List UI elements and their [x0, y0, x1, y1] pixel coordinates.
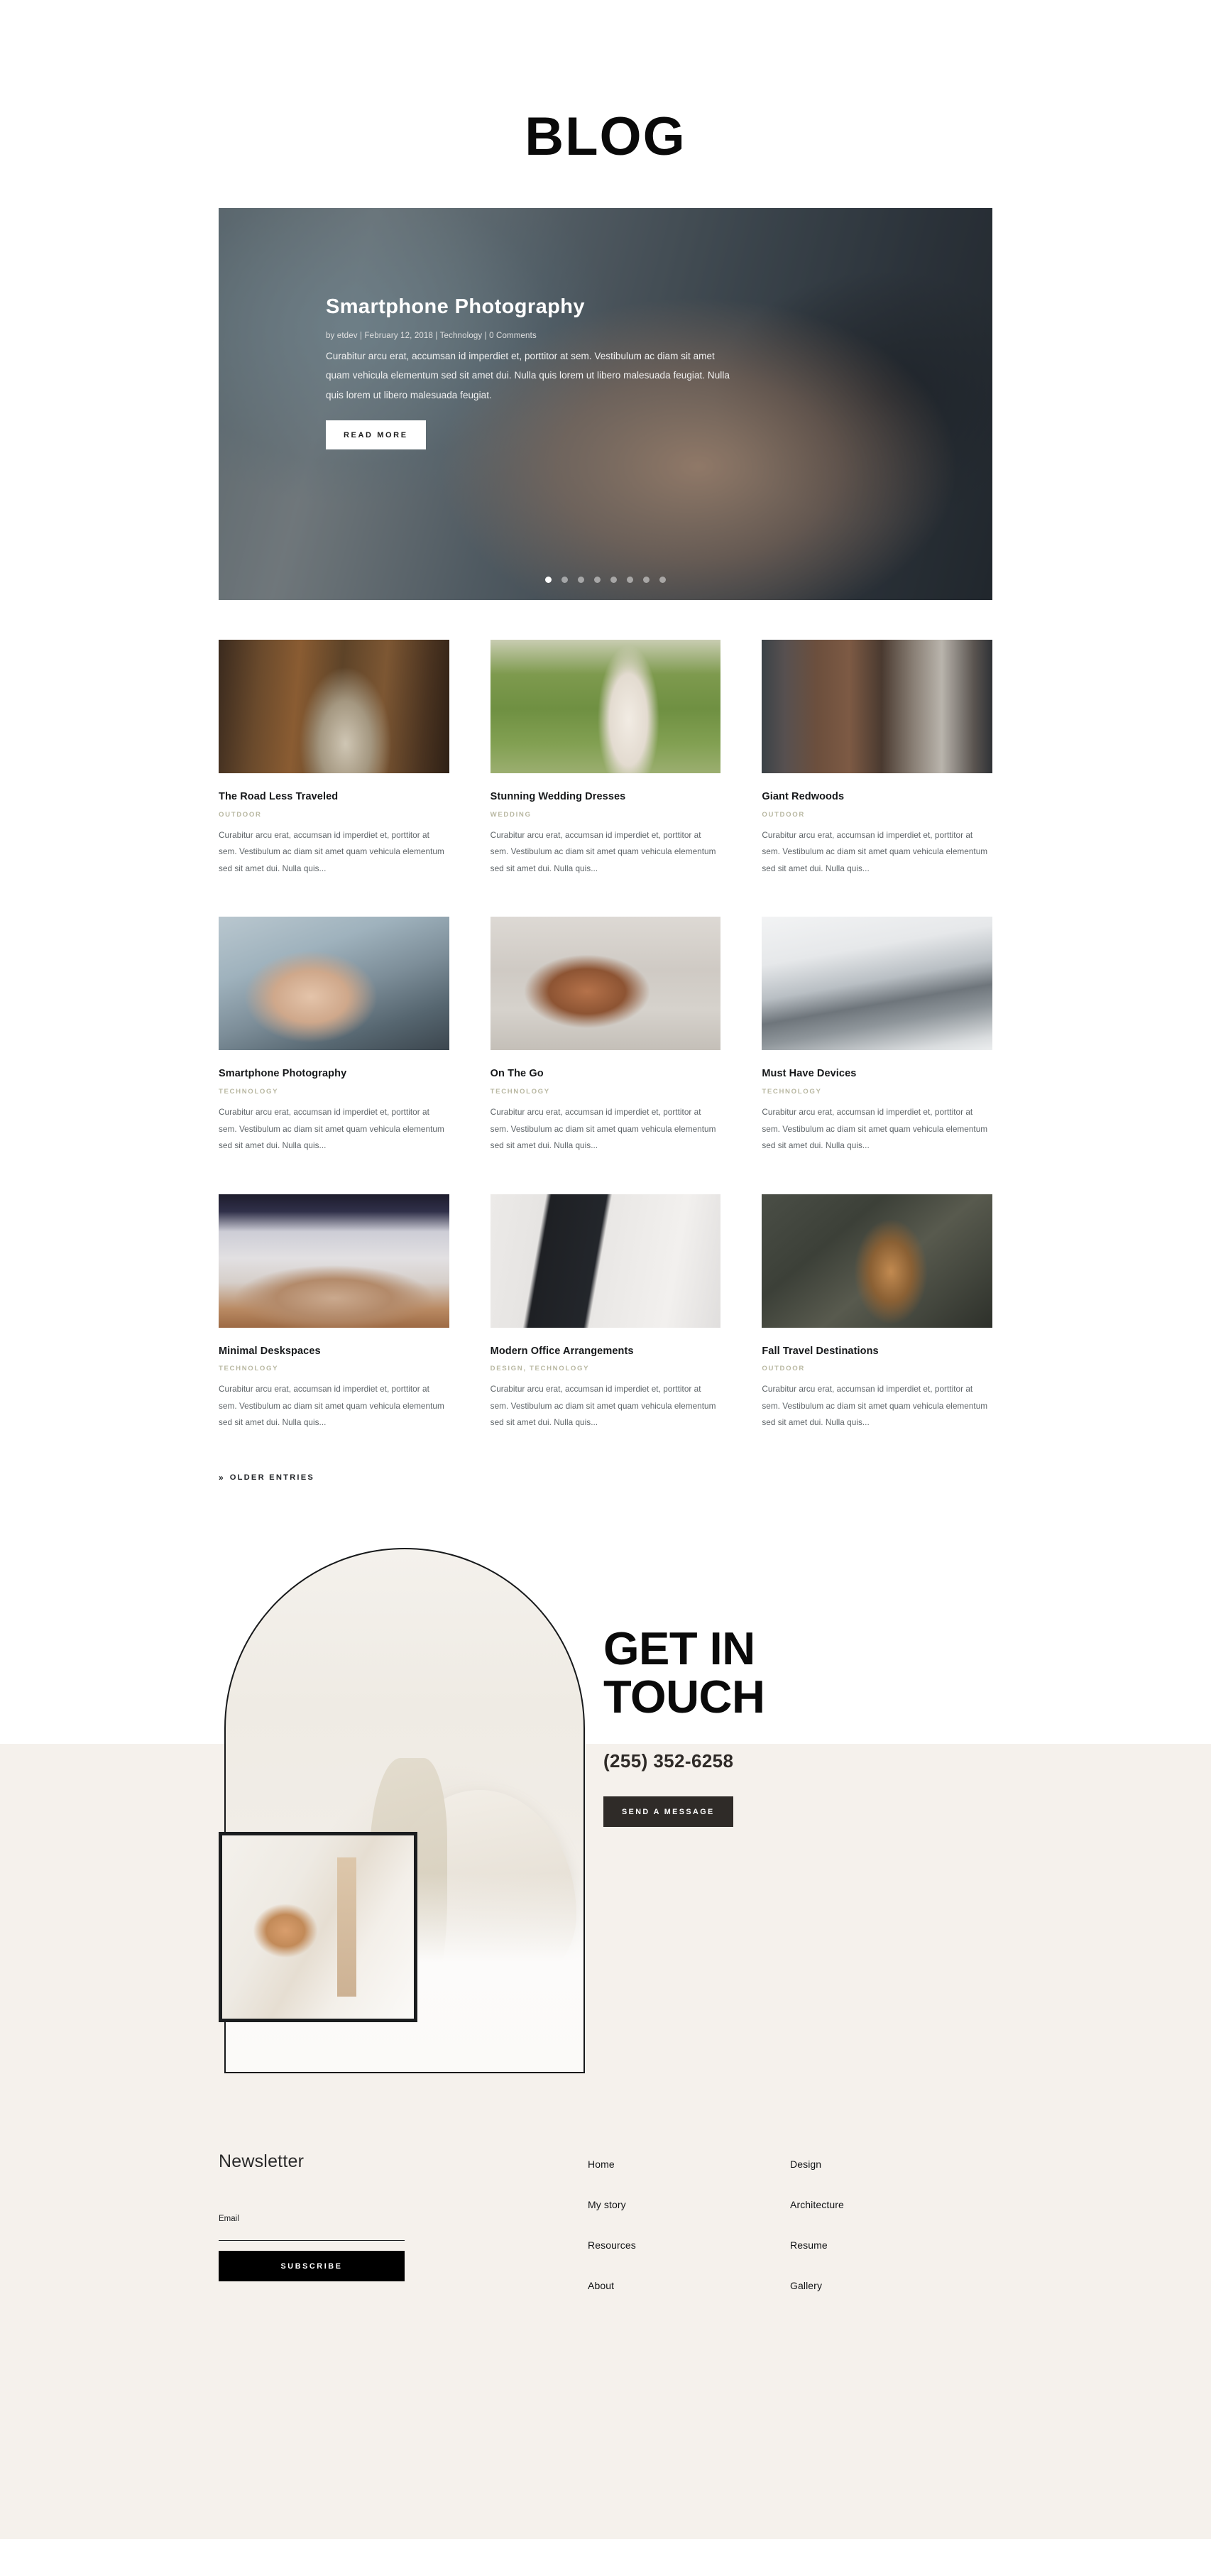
- blog-card-category[interactable]: OUTDOOR: [762, 1365, 992, 1372]
- page-header: BLOG: [0, 0, 1211, 208]
- blog-card-category[interactable]: OUTDOOR: [219, 811, 449, 819]
- blog-card-category[interactable]: TECHNOLOGY: [219, 1088, 449, 1096]
- blog-card-title[interactable]: Modern Office Arrangements: [491, 1345, 721, 1359]
- contact-details: GET IN TOUCH (255) 352-6258 SEND A MESSA…: [588, 1548, 992, 1827]
- contact-heading-line2: TOUCH: [603, 1671, 765, 1723]
- subscribe-button[interactable]: SUBSCRIBE: [219, 2251, 405, 2282]
- inset-photo-table-leg: [337, 1857, 356, 1997]
- hero-post-meta: by etdev | February 12, 2018 | Technolog…: [326, 331, 537, 340]
- footer-link-my-story[interactable]: My story: [588, 2199, 790, 2210]
- footer-link-design[interactable]: Design: [790, 2159, 992, 2170]
- blog-card-thumbnail[interactable]: [490, 640, 721, 773]
- hero-post-excerpt: Curabitur arcu erat, accumsan id imperdi…: [326, 350, 730, 401]
- blog-card-excerpt: Curabitur arcu erat, accumsan id imperdi…: [219, 1106, 444, 1151]
- blog-card[interactable]: Minimal Deskspaces TECHNOLOGY Curabitur ar…: [219, 1194, 449, 1431]
- footer-link-home[interactable]: Home: [588, 2159, 790, 2170]
- slider-dot-2[interactable]: [561, 577, 568, 583]
- blog-card-category[interactable]: DESIGN, TECHNOLOGY: [491, 1365, 721, 1372]
- blog-card-title[interactable]: Must Have Devices: [762, 1067, 992, 1081]
- blog-card-excerpt: Curabitur arcu erat, accumsan id imperdi…: [219, 1384, 444, 1428]
- blog-card-excerpt: Curabitur arcu erat, accumsan id imperdi…: [762, 1106, 988, 1151]
- blog-card[interactable]: Stunning Wedding Dresses WEDDING Curabitur…: [490, 640, 721, 877]
- footer-link-architecture[interactable]: Architecture: [790, 2199, 992, 2210]
- blog-card-excerpt: Curabitur arcu erat, accumsan id imperdi…: [490, 1384, 716, 1428]
- blog-card-thumbnail[interactable]: [490, 917, 721, 1051]
- blog-card-excerpt: Curabitur arcu erat, accumsan id imperdi…: [762, 1384, 988, 1428]
- hero-container: Smartphone Photography by etdev | Februa…: [219, 208, 992, 1548]
- framed-inset-photo: [219, 1832, 417, 2023]
- slider-dot-5[interactable]: [610, 577, 617, 583]
- blog-card-thumbnail[interactable]: [219, 1194, 449, 1328]
- blog-card[interactable]: Smartphone Photography TECHNOLOGY Curabitu…: [219, 917, 449, 1154]
- slider-dot-6[interactable]: [627, 577, 633, 583]
- site-footer: Newsletter Email SUBSCRIBE Home My story R…: [219, 2151, 992, 2370]
- blog-card-category[interactable]: TECHNOLOGY: [219, 1365, 449, 1372]
- newsletter-title: Newsletter: [219, 2151, 305, 2172]
- blog-card-category[interactable]: OUTDOOR: [762, 811, 992, 819]
- slider-dot-4[interactable]: [594, 577, 601, 583]
- blog-card-title[interactable]: Fall Travel Destinations: [762, 1345, 992, 1359]
- blog-post-grid: The Road Less Traveled OUTDOOR Curabitur a…: [219, 600, 992, 1471]
- read-more-button[interactable]: READ MORE: [326, 420, 426, 449]
- double-chevron-right-icon: »: [219, 1473, 224, 1483]
- blog-card-thumbnail[interactable]: [219, 640, 449, 773]
- contact-heading-line1: GET IN: [603, 1622, 755, 1675]
- blog-card[interactable]: On The Go TECHNOLOGY Curabitur arcu erat, …: [490, 917, 721, 1154]
- hero-content: Smartphone Photography by etdev | Februa…: [326, 295, 752, 449]
- footer-nav-column-1: Home My story Resources About: [588, 2151, 790, 2320]
- blog-card-title[interactable]: Stunning Wedding Dresses: [491, 790, 721, 804]
- slider-dot-7[interactable]: [643, 577, 650, 583]
- blog-card-excerpt: Curabitur arcu erat, accumsan id imperdi…: [219, 829, 444, 873]
- blog-card-title[interactable]: The Road Less Traveled: [219, 790, 449, 804]
- blog-card-category[interactable]: TECHNOLOGY: [762, 1088, 992, 1096]
- footer-link-resume[interactable]: Resume: [790, 2239, 992, 2251]
- blog-card-title[interactable]: On The Go: [491, 1067, 721, 1081]
- email-input[interactable]: [219, 2225, 405, 2242]
- footer-nav-column-2: Design Architecture Resume Gallery: [790, 2151, 992, 2320]
- blog-card-category[interactable]: TECHNOLOGY: [491, 1088, 721, 1096]
- blog-card-title[interactable]: Smartphone Photography: [219, 1067, 449, 1081]
- contact-image-composition: [219, 1548, 588, 2074]
- blog-card[interactable]: The Road Less Traveled OUTDOOR Curabitur a…: [219, 640, 449, 877]
- newsletter-signup: Newsletter Email SUBSCRIBE: [219, 2151, 588, 2320]
- blog-card-excerpt: Curabitur arcu erat, accumsan id imperdi…: [490, 1106, 716, 1151]
- blog-card-thumbnail[interactable]: [762, 917, 992, 1051]
- contact-phone-number[interactable]: (255) 352-6258: [603, 1750, 992, 1772]
- blog-card[interactable]: Modern Office Arrangements DESIGN, TECHNO…: [490, 1194, 721, 1431]
- email-field-label: Email: [219, 2215, 239, 2224]
- contact-section: GET IN TOUCH (255) 352-6258 SEND A MESSA…: [0, 1548, 1211, 2540]
- blog-card-excerpt: Curabitur arcu erat, accumsan id imperdi…: [762, 829, 988, 873]
- blog-card-thumbnail[interactable]: [762, 640, 992, 773]
- blog-card-thumbnail[interactable]: [762, 1194, 992, 1328]
- slider-dots[interactable]: [219, 577, 992, 583]
- blog-card-title[interactable]: Minimal Deskspaces: [219, 1345, 449, 1359]
- blog-card-excerpt: Curabitur arcu erat, accumsan id imperdi…: [490, 829, 716, 873]
- inset-photo-image: [222, 1835, 414, 2019]
- contact-heading: GET IN TOUCH: [603, 1622, 992, 1723]
- slider-dot-1[interactable]: [545, 577, 552, 583]
- blog-card-thumbnail[interactable]: [490, 1194, 721, 1328]
- blog-card-thumbnail[interactable]: [219, 917, 449, 1051]
- slider-dot-8[interactable]: [659, 577, 666, 583]
- blog-card[interactable]: Must Have Devices TECHNOLOGY Curabitur arc…: [762, 917, 992, 1154]
- hero-post-title[interactable]: Smartphone Photography: [326, 295, 752, 320]
- older-entries-link[interactable]: » OLDER ENTRIES: [219, 1473, 314, 1483]
- blog-card[interactable]: Fall Travel Destinations OUTDOOR Curabitur…: [762, 1194, 992, 1431]
- slider-dot-3[interactable]: [578, 577, 584, 583]
- blog-card-category[interactable]: WEDDING: [491, 811, 721, 819]
- footer-link-gallery[interactable]: Gallery: [790, 2280, 992, 2291]
- footer-link-about[interactable]: About: [588, 2280, 790, 2291]
- contact-content: GET IN TOUCH (255) 352-6258 SEND A MESSA…: [219, 1548, 992, 2151]
- page-title: BLOG: [525, 107, 686, 167]
- older-entries-label: OLDER ENTRIES: [229, 1473, 315, 1483]
- blog-card-title[interactable]: Giant Redwoods: [762, 790, 992, 804]
- hero-slider[interactable]: Smartphone Photography by etdev | Februa…: [219, 208, 992, 600]
- blog-card[interactable]: Giant Redwoods OUTDOOR Curabitur arcu erat…: [762, 640, 992, 877]
- send-a-message-button[interactable]: SEND A MESSAGE: [603, 1796, 733, 1827]
- footer-link-resources[interactable]: Resources: [588, 2239, 790, 2251]
